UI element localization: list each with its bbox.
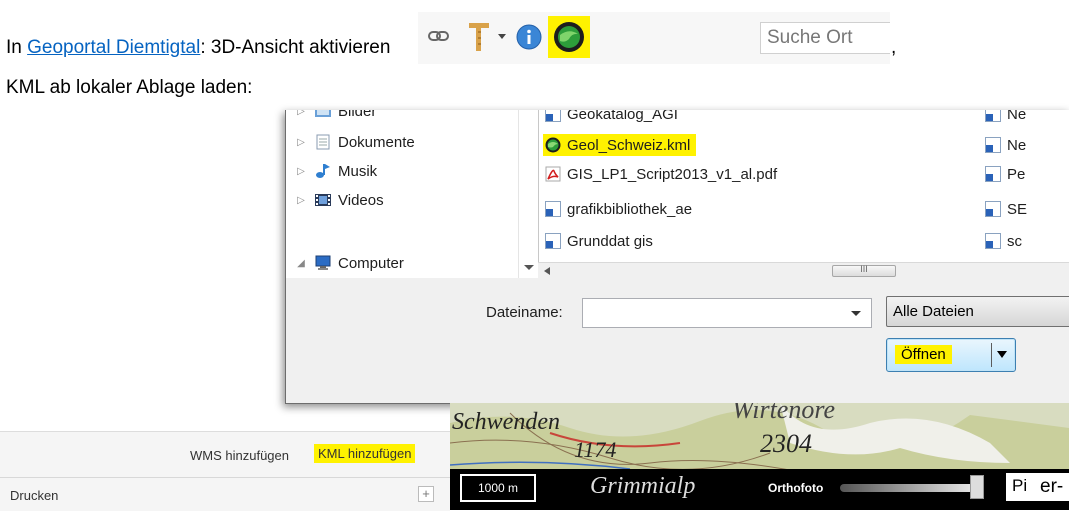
file-label: Grunddat gis	[567, 232, 653, 250]
doc-trailing: er-	[1040, 476, 1064, 497]
scale-bar: 1000 m	[460, 474, 536, 502]
tree-item-label: Videos	[338, 191, 384, 209]
file-item-col2[interactable]: Ne	[985, 110, 1026, 125]
tree-scrollbar[interactable]	[518, 110, 539, 278]
pictures-folder-icon	[315, 110, 331, 117]
panel-divider	[0, 477, 450, 478]
expand-arrow-icon[interactable]: ▷	[294, 110, 308, 117]
link-icon[interactable]	[428, 28, 450, 44]
shortcut-icon	[545, 201, 561, 217]
geoportal-link[interactable]: Geoportal Diemtigtal	[27, 37, 200, 58]
doc-line-2: KML ab lokaler Ablage laden:	[6, 77, 253, 98]
expand-arrow-icon[interactable]: ▷	[294, 137, 308, 148]
file-label: sc	[1007, 232, 1022, 250]
measure-tool-icon[interactable]	[466, 20, 492, 52]
pdf-file-icon	[545, 166, 561, 182]
left-panel: WMS hinzufügen KML hinzufügen Drucken +	[0, 431, 450, 511]
collapse-arrow-icon[interactable]: ◢	[294, 258, 308, 269]
file-label: SE	[1007, 200, 1028, 218]
tree-item-label: Bilder	[338, 110, 377, 120]
tree-item-label: Dokumente	[338, 133, 415, 151]
open-button[interactable]: Öffnen	[886, 338, 1016, 372]
doc-suffix: : 3D-Ansicht aktivieren	[200, 37, 391, 58]
videos-folder-icon	[315, 194, 331, 206]
chevron-down-icon[interactable]	[851, 311, 861, 317]
doc-comma: ,	[891, 37, 897, 58]
file-label: grafikbibliothek_ae	[567, 200, 693, 218]
shortcut-icon	[985, 166, 1001, 182]
horizontal-scrollbar[interactable]: III	[538, 262, 1069, 279]
file-item-geol-schweiz[interactable]: Geol_Schweiz.kml	[543, 134, 697, 156]
expand-print-button[interactable]: +	[418, 486, 434, 502]
orthofoto-slider[interactable]	[840, 484, 980, 492]
split-chevron-icon[interactable]	[997, 351, 1007, 359]
music-folder-icon	[316, 164, 330, 178]
file-label: Geol_Schweiz.kml	[567, 136, 691, 154]
tree-item-label: Musik	[338, 162, 378, 180]
computer-icon	[315, 255, 331, 270]
filetype-select[interactable]: Alle Dateien	[886, 296, 1069, 327]
file-label: Ne	[1007, 136, 1027, 154]
viewer-toolbar: Suche Ort	[418, 12, 890, 64]
expand-arrow-icon[interactable]: ▷	[294, 195, 308, 206]
shortcut-icon	[985, 233, 1001, 249]
filetype-value: Alle Dateien	[893, 303, 974, 320]
tree-item-musik[interactable]: ▷ Musik	[294, 160, 377, 182]
3d-globe-icon	[554, 22, 584, 52]
add-kml-link[interactable]: KML hinzufügen	[314, 444, 416, 463]
file-open-dialog: ▷ Bilder ▷ Dokumente ▷ Musik ▷ Videos ◢ …	[285, 110, 1069, 404]
shortcut-icon	[985, 137, 1001, 153]
file-label: Geokatalog_AGI	[567, 110, 678, 123]
orthofoto-slider-thumb[interactable]	[970, 475, 984, 499]
map-label: Schwenden	[452, 409, 560, 435]
file-item-gis-pdf[interactable]: GIS_LP1_Script2013_v1_al.pdf	[545, 163, 777, 185]
file-label: Ne	[1007, 110, 1027, 123]
filename-input[interactable]	[582, 298, 872, 328]
scroll-grip: III	[860, 264, 868, 274]
file-label: Pe	[1007, 165, 1026, 183]
search-input[interactable]: Suche Ort	[760, 22, 890, 54]
tree-item-videos[interactable]: ▷ Videos	[294, 189, 384, 211]
map-label: 1174	[574, 437, 617, 462]
shortcut-icon	[985, 110, 1001, 122]
tree-item-dokumente[interactable]: ▷ Dokumente	[294, 131, 415, 153]
shortcut-icon	[985, 201, 1001, 217]
scroll-left-arrow-icon[interactable]	[544, 267, 550, 275]
file-item-grunddat[interactable]: Grunddat gis	[545, 230, 653, 252]
doc-prefix: In	[6, 37, 28, 58]
file-label: GIS_LP1_Script2013_v1_al.pdf	[567, 165, 778, 183]
navigation-tree[interactable]: ▷ Bilder ▷ Dokumente ▷ Musik ▷ Videos ◢ …	[286, 110, 518, 278]
3d-view-button[interactable]	[548, 16, 590, 58]
map-label: 2304	[760, 429, 812, 458]
shortcut-icon	[545, 110, 561, 122]
split-divider	[991, 343, 992, 367]
scroll-thumb[interactable]: III	[832, 264, 896, 277]
scroll-down-arrow-icon[interactable]	[524, 265, 534, 271]
file-item-grafikbibliothek[interactable]: grafikbibliothek_ae	[545, 198, 692, 220]
file-item-col2[interactable]: SE	[985, 198, 1027, 220]
print-section-label: Drucken	[10, 488, 59, 503]
documents-folder-icon	[316, 134, 330, 150]
map-label: Wirtenore	[732, 403, 836, 424]
dropdown-arrow-icon[interactable]	[498, 34, 506, 40]
kml-file-icon	[545, 137, 561, 153]
file-list[interactable]: Geokatalog_AGI Geol_Schweiz.kml GIS_LP1_…	[538, 110, 1069, 262]
doc-line-1: In Geoportal Diemtigtal: 3D-Ansicht akti…	[6, 37, 390, 59]
orthofoto-label: Orthofoto	[768, 481, 824, 495]
map-label: Grimmialp	[590, 473, 696, 499]
map-bottom-bar: 1000 m Grimmialp Orthofoto Pi	[450, 469, 1069, 510]
file-item-geokatalog[interactable]: Geokatalog_AGI	[545, 110, 678, 125]
file-item-col2[interactable]: Pe	[985, 163, 1025, 185]
shortcut-icon	[545, 233, 561, 249]
file-item-col2[interactable]: Ne	[985, 134, 1026, 156]
tree-item-label: Computer	[338, 254, 404, 272]
add-wms-link[interactable]: WMS hinzufügen	[190, 448, 289, 463]
expand-arrow-icon[interactable]: ▷	[294, 166, 308, 177]
filename-label: Dateiname:	[486, 304, 563, 321]
tree-item-bilder[interactable]: ▷ Bilder	[294, 110, 376, 122]
info-icon[interactable]	[516, 24, 542, 50]
file-item-col2[interactable]: sc	[985, 230, 1022, 252]
tree-item-computer[interactable]: ◢ Computer	[294, 252, 404, 274]
open-button-label: Öffnen	[895, 345, 952, 364]
